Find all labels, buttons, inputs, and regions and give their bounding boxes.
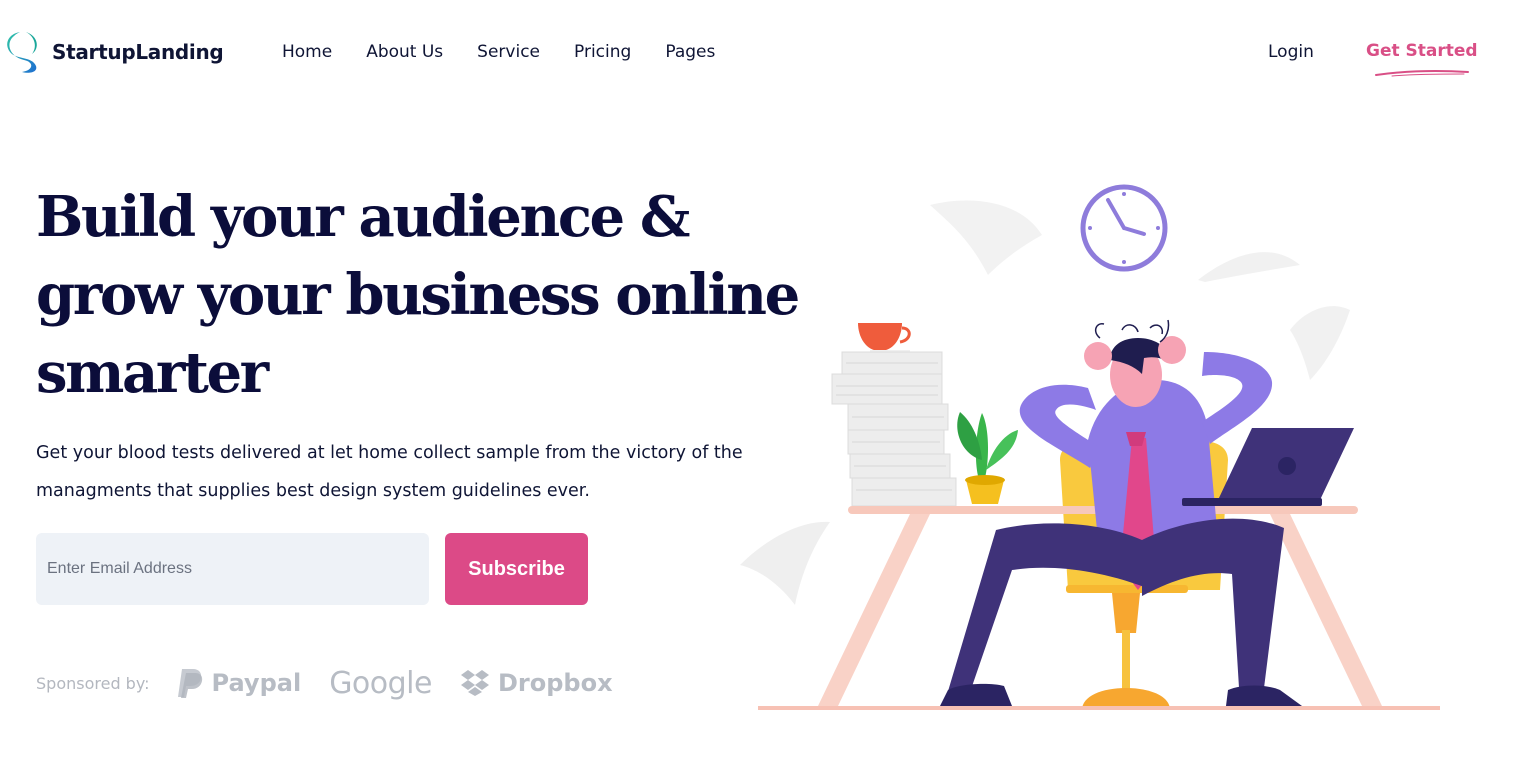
site-header: StartupLanding Home About Us Service Pri… (0, 0, 1516, 106)
sponsor-name: Paypal (211, 669, 302, 697)
sponsor-name: Dropbox (497, 669, 613, 697)
sponsor-name: Google (329, 665, 432, 701)
email-input[interactable] (36, 533, 429, 605)
hero-description: Get your blood tests delivered at let ho… (36, 443, 743, 501)
brand-name: StartupLanding (52, 40, 224, 64)
clock-icon (1080, 184, 1168, 272)
nav-item-service[interactable]: Service (477, 42, 540, 62)
nav-item-about-us[interactable]: About Us (366, 42, 443, 62)
brand-logo[interactable]: StartupLanding (4, 30, 224, 74)
leaf-logo-icon (7, 32, 37, 73)
nav-item-pages[interactable]: Pages (665, 42, 715, 62)
paypal-icon (177, 669, 202, 698)
nav-item-home[interactable]: Home (282, 42, 332, 62)
sponsors-label: Sponsored by: (36, 673, 150, 693)
hero-title-line: grow your business online (36, 262, 800, 328)
hero-title: Build your audience & grow your business… (36, 178, 800, 412)
login-link[interactable]: Login (1268, 42, 1314, 62)
sponsor-google: Google (329, 666, 432, 701)
sponsor-dropbox: Dropbox (460, 669, 613, 697)
sponsor-paypal: Paypal (176, 667, 302, 699)
get-started-button[interactable]: Get Started (1366, 41, 1478, 61)
stressed-man-at-desk-illustration (740, 184, 1440, 710)
sponsors-row: Sponsored by: Paypal Google Dropbox (36, 660, 641, 706)
subscribe-button[interactable]: Subscribe (445, 533, 588, 605)
nav-item-pricing[interactable]: Pricing (574, 42, 631, 62)
underline-decoration (1375, 70, 1469, 77)
main-nav: Home About Us Service Pricing Pages (282, 42, 715, 62)
hero-title-line: Build your audience & (36, 184, 690, 250)
hero-title-line: smarter (36, 340, 269, 406)
dropbox-icon (460, 670, 489, 696)
